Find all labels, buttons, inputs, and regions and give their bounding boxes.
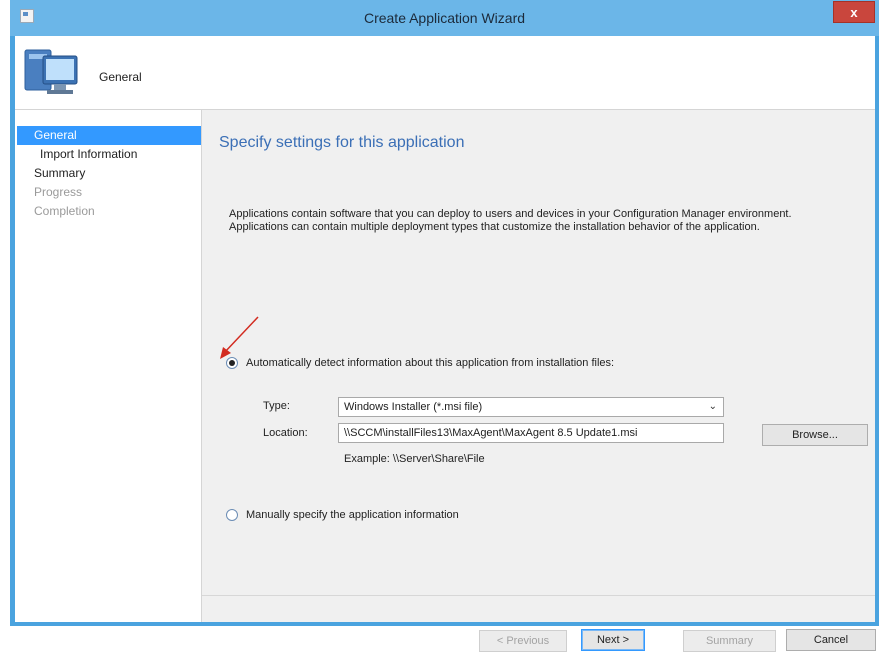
computer-icon (24, 49, 78, 94)
window-title: Create Application Wizard (363, 10, 526, 26)
manual-option[interactable]: Manually specify the application informa… (226, 507, 459, 523)
nav-item-general[interactable]: General (17, 126, 201, 145)
auto-detect-radio[interactable] (226, 357, 238, 369)
nav-item-summary[interactable]: Summary (15, 164, 201, 183)
page-title: Specify settings for this application (219, 134, 465, 151)
manual-radio[interactable] (226, 509, 238, 521)
page-description: Applications contain software that you c… (229, 208, 859, 234)
wizard-nav: General Import Information Summary Progr… (15, 110, 202, 622)
type-select[interactable]: Windows Installer (*.msi file) ⌄ (338, 397, 724, 417)
wizard-client: General General Import Information Summa… (15, 36, 876, 652)
wizard-window: Create Application Wizard x General Gene… (10, 0, 879, 652)
nav-item-completion: Completion (34, 204, 95, 218)
chevron-down-icon[interactable]: ⌄ (709, 398, 717, 416)
nav-item-import-information[interactable]: Import Information (15, 145, 201, 164)
title-bar[interactable]: Create Application Wizard x (10, 0, 879, 36)
header-page-title: General (99, 70, 142, 84)
type-label: Type: (263, 400, 290, 412)
description-line: Applications contain software that you c… (229, 208, 792, 220)
close-button[interactable]: x (833, 1, 875, 23)
browse-button[interactable]: Browse... (762, 424, 868, 446)
location-example: Example: \\Server\Share\File (344, 453, 485, 465)
wizard-content: Specify settings for this application Ap… (202, 110, 876, 652)
cancel-button[interactable]: Cancel (786, 629, 876, 651)
auto-detect-option[interactable]: Automatically detect information about t… (226, 355, 614, 371)
footer-divider (202, 595, 875, 596)
manual-label: Manually specify the application informa… (246, 509, 459, 521)
previous-button[interactable]: < Previous (479, 630, 567, 652)
summary-button[interactable]: Summary (683, 630, 776, 652)
next-button[interactable]: Next > (581, 629, 645, 651)
wizard-header: General (15, 36, 875, 110)
auto-detect-label: Automatically detect information about t… (246, 357, 615, 369)
location-label: Location: (263, 427, 308, 439)
location-input[interactable]: \\SCCM\installFiles13\MaxAgent\MaxAgent … (338, 423, 724, 443)
type-select-value: Windows Installer (*.msi file) (344, 401, 483, 413)
description-line: Applications can contain multiple deploy… (229, 221, 760, 233)
nav-item-progress: Progress (34, 185, 83, 199)
